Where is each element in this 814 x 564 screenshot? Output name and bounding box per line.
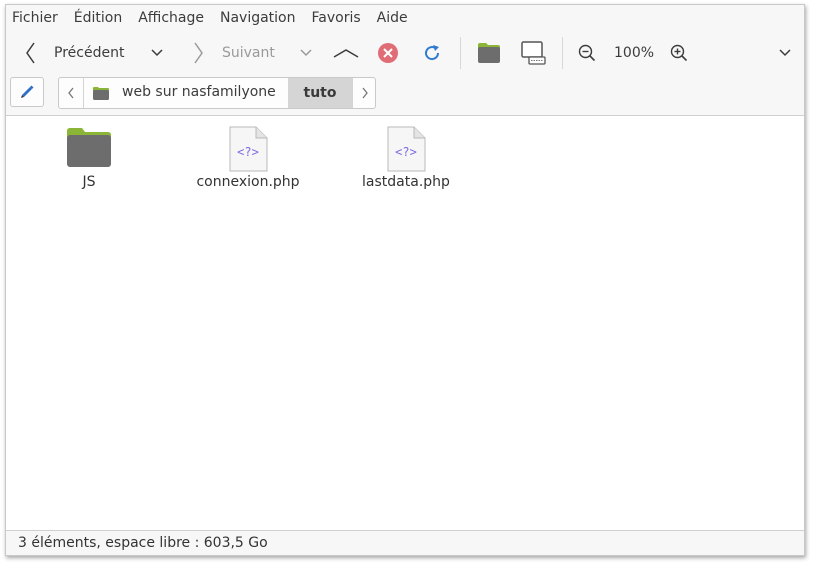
- breadcrumb-item-tuto[interactable]: tuto: [288, 78, 352, 108]
- zoom-out-icon: [578, 44, 596, 62]
- file-item-lastdata[interactable]: <?> lastdata.php: [346, 116, 466, 196]
- status-text: 3 éléments, espace libre : 603,5 Go: [18, 535, 268, 551]
- zoom-in-button[interactable]: [668, 42, 690, 64]
- pencil-icon: [21, 85, 34, 98]
- file-item-connexion[interactable]: <?> connexion.php: [188, 116, 308, 196]
- nas-drive-icon: [93, 87, 109, 100]
- stop-button[interactable]: [376, 41, 400, 65]
- file-manager-window: Fichier Édition Affichage Navigation Fav…: [5, 4, 805, 556]
- toolbar-separator: [460, 37, 461, 69]
- folder-icon: [67, 128, 111, 167]
- file-icon-wrap: <?>: [346, 126, 466, 172]
- toolbar-overflow-dropdown[interactable]: [776, 45, 794, 61]
- computer-icon: [521, 41, 546, 65]
- chevron-left-icon: [26, 42, 35, 64]
- back-button[interactable]: [20, 41, 40, 65]
- chevron-down-icon: [151, 49, 163, 57]
- chevron-down-icon: [779, 49, 791, 57]
- computer-button[interactable]: [518, 39, 548, 67]
- reload-button[interactable]: [420, 41, 444, 65]
- php-file-icon: <?>: [387, 126, 426, 172]
- back-history-dropdown[interactable]: [148, 45, 166, 61]
- chevron-down-icon: [300, 49, 312, 57]
- forward-button[interactable]: [190, 41, 208, 65]
- file-view[interactable]: JS <?> connexion.php <?> lastdata.php: [6, 115, 804, 531]
- menu-edition[interactable]: Édition: [74, 5, 122, 31]
- toolbar: Précédent Suivant 100%: [6, 31, 804, 75]
- chevron-right-icon: [194, 42, 203, 64]
- chevron-right-icon: [361, 87, 368, 99]
- breadcrumb-label: tuto: [303, 85, 337, 101]
- parent-folder-button[interactable]: [332, 43, 360, 63]
- toolbar-separator: [562, 37, 563, 69]
- menu-aide[interactable]: Aide: [377, 5, 408, 31]
- back-label[interactable]: Précédent: [54, 44, 124, 62]
- stop-icon: [378, 43, 398, 63]
- file-name: lastdata.php: [362, 174, 450, 190]
- breadcrumb-item-web[interactable]: web sur nasfamilyone: [83, 78, 288, 108]
- zoom-in-icon: [670, 44, 688, 62]
- menu-navigation[interactable]: Navigation: [220, 5, 296, 31]
- edit-location-button[interactable]: [10, 77, 44, 107]
- php-glyph: <?>: [237, 145, 259, 159]
- php-glyph: <?>: [395, 145, 417, 159]
- breadcrumb: web sur nasfamilyone tuto: [58, 77, 376, 109]
- file-name: connexion.php: [196, 174, 300, 190]
- file-name: JS: [82, 174, 96, 190]
- file-item-js[interactable]: JS: [29, 116, 149, 196]
- file-icon-wrap: <?>: [188, 126, 308, 172]
- reload-icon: [425, 45, 440, 61]
- folder-icon: [478, 43, 500, 63]
- zoom-level: 100%: [614, 45, 655, 61]
- forward-history-dropdown[interactable]: [297, 45, 315, 61]
- zoom-out-button[interactable]: [576, 42, 598, 64]
- forward-label[interactable]: Suivant: [222, 44, 275, 62]
- breadcrumb-scroll-right[interactable]: [352, 78, 375, 108]
- menu-affichage[interactable]: Affichage: [138, 5, 204, 31]
- location-bar: web sur nasfamilyone tuto: [6, 75, 804, 117]
- breadcrumb-label: web sur nasfamilyone: [122, 84, 276, 100]
- chevron-left-icon: [68, 87, 74, 99]
- home-folder-button[interactable]: [476, 41, 502, 65]
- breadcrumb-scroll-left[interactable]: [59, 78, 83, 108]
- status-bar: 3 éléments, espace libre : 603,5 Go: [6, 530, 804, 555]
- file-icon-wrap: [29, 126, 149, 168]
- menu-fichier[interactable]: Fichier: [12, 5, 58, 31]
- php-file-icon: <?>: [229, 126, 268, 172]
- menu-favoris[interactable]: Favoris: [312, 5, 361, 31]
- chevron-up-icon: [333, 49, 359, 58]
- menu-bar: Fichier Édition Affichage Navigation Fav…: [6, 5, 804, 31]
